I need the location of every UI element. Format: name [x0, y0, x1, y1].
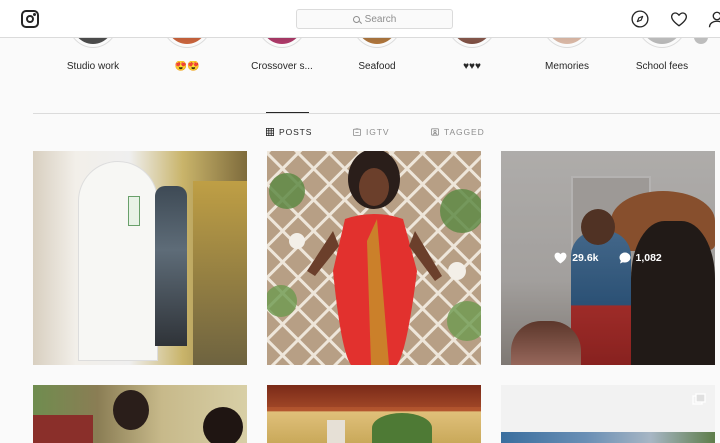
activity-heart-icon[interactable]	[670, 10, 688, 28]
post-image	[78, 161, 158, 361]
tab-tagged[interactable]: TAGGED	[431, 127, 485, 137]
post-image	[267, 151, 481, 365]
post-image	[128, 196, 140, 226]
post-thumbnail[interactable]	[33, 385, 247, 443]
post-image	[372, 413, 432, 443]
likes-count: 29.6k	[554, 252, 599, 264]
post-thumbnail[interactable]	[33, 151, 247, 365]
post-image	[203, 407, 243, 443]
highlight-label: Studio work	[66, 61, 120, 72]
post-image	[113, 390, 149, 430]
post-hover-overlay: 29.6k 1,082	[501, 151, 715, 365]
search-placeholder: Search	[364, 13, 397, 25]
explore-compass-icon[interactable]	[631, 10, 649, 28]
post-image	[327, 420, 345, 443]
tab-label: TAGGED	[444, 127, 485, 137]
post-image	[501, 432, 715, 443]
highlight-label: Crossover s...	[251, 61, 313, 72]
post-image	[193, 181, 247, 365]
igtv-icon	[353, 128, 361, 136]
post-image	[155, 186, 187, 346]
comments-text: 1,082	[635, 252, 662, 264]
post-thumbnail[interactable]	[267, 151, 481, 365]
post-thumbnail[interactable]	[501, 385, 715, 443]
post-thumbnail[interactable]: 29.6k 1,082	[501, 151, 715, 365]
comments-count: 1,082	[619, 252, 662, 264]
post-thumbnail[interactable]	[267, 385, 481, 443]
tab-label: POSTS	[279, 127, 313, 137]
carousel-icon	[692, 393, 706, 405]
tab-label: IGTV	[366, 127, 390, 137]
tab-igtv[interactable]: IGTV	[353, 127, 389, 137]
likes-text: 29.6k	[572, 252, 599, 264]
tagged-icon	[431, 128, 439, 136]
tab-posts[interactable]: POSTS	[266, 127, 312, 137]
post-image	[267, 385, 481, 407]
profile-icon[interactable]	[708, 10, 720, 28]
grid-icon	[266, 128, 274, 136]
search-icon	[352, 15, 360, 23]
comment-icon	[619, 252, 630, 264]
profile-tabs: POSTS IGTV TAGGED	[0, 127, 720, 139]
post-image	[33, 415, 93, 443]
highlight-label: Seafood	[358, 61, 396, 72]
top-navigation-bar: Search	[0, 0, 720, 38]
search-input[interactable]: Search	[296, 9, 453, 29]
highlight-label: Memories	[545, 61, 589, 72]
highlight-label: School fees	[635, 61, 689, 72]
instagram-logo-icon[interactable]	[21, 10, 39, 28]
active-tab-indicator	[266, 112, 309, 113]
highlight-label: ♥♥♥	[463, 61, 481, 72]
highlight-label: 😍😍	[174, 61, 200, 72]
tabs-divider	[33, 113, 720, 114]
heart-icon	[554, 252, 567, 264]
